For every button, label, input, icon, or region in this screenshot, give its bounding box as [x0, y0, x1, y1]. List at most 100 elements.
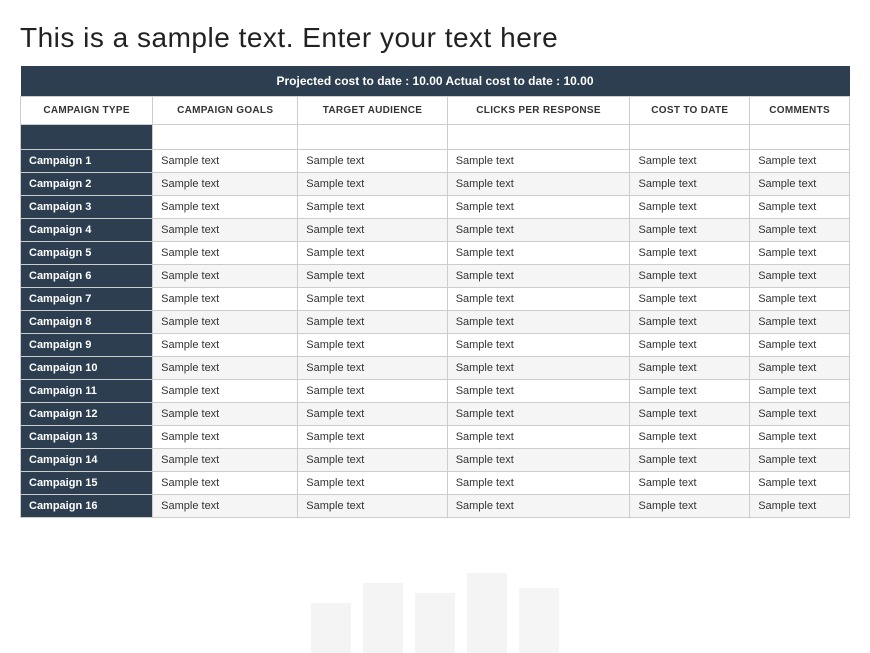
projected-cost-label: Projected cost to date : 10.00 Actual co… [21, 66, 850, 97]
table-body: Campaign 1Sample textSample textSample t… [21, 150, 850, 518]
table-row: Campaign 1Sample textSample textSample t… [21, 150, 850, 173]
campaign-name-cell: Campaign 11 [21, 380, 153, 403]
header-campaign-type: CAMPAIGN TYPE [21, 97, 153, 125]
campaign-goals-cell: Sample text [153, 219, 298, 242]
target-audience-cell: Sample text [298, 357, 447, 380]
comments-cell: Sample text [750, 173, 850, 196]
clicks-per-response-cell: Sample text [447, 472, 630, 495]
campaign-goals-cell: Sample text [153, 495, 298, 518]
cost-to-date-cell: Sample text [630, 334, 750, 357]
clicks-per-response-cell: Sample text [447, 173, 630, 196]
cost-to-date-cell: Sample text [630, 449, 750, 472]
clicks-per-response-cell: Sample text [447, 265, 630, 288]
campaign-name-cell: Campaign 6 [21, 265, 153, 288]
campaign-name-cell: Campaign 15 [21, 472, 153, 495]
cost-to-date-cell: Sample text [630, 357, 750, 380]
comments-cell: Sample text [750, 265, 850, 288]
campaign-name-cell: Campaign 16 [21, 495, 153, 518]
table-row: Campaign 7Sample textSample textSample t… [21, 288, 850, 311]
table-row: Campaign 15Sample textSample textSample … [21, 472, 850, 495]
cost-to-date-cell: Sample text [630, 265, 750, 288]
cost-to-date-cell: Sample text [630, 288, 750, 311]
header-cost-to-date: COST TO DATE [630, 97, 750, 125]
clicks-per-response-cell: Sample text [447, 403, 630, 426]
cost-to-date-cell: Sample text [630, 242, 750, 265]
empty-cell-6 [750, 125, 850, 150]
cost-to-date-cell: Sample text [630, 403, 750, 426]
campaign-goals-cell: Sample text [153, 426, 298, 449]
header-target-audience: TARGET AUDIENCE [298, 97, 447, 125]
comments-cell: Sample text [750, 426, 850, 449]
empty-cell-5 [630, 125, 750, 150]
watermark-bar-bottom [363, 583, 403, 653]
table-row: Campaign 13Sample textSample textSample … [21, 426, 850, 449]
comments-cell: Sample text [750, 219, 850, 242]
campaign-name-cell: Campaign 8 [21, 311, 153, 334]
campaign-name-cell: Campaign 2 [21, 173, 153, 196]
campaign-goals-cell: Sample text [153, 150, 298, 173]
table-row: Campaign 3Sample textSample textSample t… [21, 196, 850, 219]
table-header-row: CAMPAIGN TYPE CAMPAIGN GOALS TARGET AUDI… [21, 97, 850, 125]
clicks-per-response-cell: Sample text [447, 449, 630, 472]
table-row: Campaign 12Sample textSample textSample … [21, 403, 850, 426]
campaign-table: Projected cost to date : 10.00 Actual co… [20, 66, 850, 518]
target-audience-cell: Sample text [298, 380, 447, 403]
clicks-per-response-cell: Sample text [447, 495, 630, 518]
clicks-per-response-cell: Sample text [447, 219, 630, 242]
target-audience-cell: Sample text [298, 196, 447, 219]
bottom-watermark [0, 573, 870, 653]
cost-to-date-cell: Sample text [630, 196, 750, 219]
campaign-name-cell: Campaign 14 [21, 449, 153, 472]
comments-cell: Sample text [750, 495, 850, 518]
cost-to-date-cell: Sample text [630, 472, 750, 495]
campaign-name-cell: Campaign 3 [21, 196, 153, 219]
clicks-per-response-cell: Sample text [447, 150, 630, 173]
comments-cell: Sample text [750, 334, 850, 357]
comments-cell: Sample text [750, 403, 850, 426]
cost-to-date-cell: Sample text [630, 426, 750, 449]
empty-cell-3 [298, 125, 447, 150]
comments-cell: Sample text [750, 196, 850, 219]
cost-to-date-cell: Sample text [630, 173, 750, 196]
empty-cell-2 [153, 125, 298, 150]
campaign-name-cell: Campaign 7 [21, 288, 153, 311]
table-row: Campaign 2Sample textSample textSample t… [21, 173, 850, 196]
target-audience-cell: Sample text [298, 449, 447, 472]
clicks-per-response-cell: Sample text [447, 242, 630, 265]
campaign-goals-cell: Sample text [153, 242, 298, 265]
table-row: Campaign 8Sample textSample textSample t… [21, 311, 850, 334]
campaign-name-cell: Campaign 5 [21, 242, 153, 265]
empty-cell-1 [21, 125, 153, 150]
clicks-per-response-cell: Sample text [447, 196, 630, 219]
campaign-goals-cell: Sample text [153, 380, 298, 403]
campaign-goals-cell: Sample text [153, 196, 298, 219]
campaign-goals-cell: Sample text [153, 357, 298, 380]
target-audience-cell: Sample text [298, 150, 447, 173]
campaign-goals-cell: Sample text [153, 311, 298, 334]
header-clicks-per-response: CLICKS PER RESPONSE [447, 97, 630, 125]
target-audience-cell: Sample text [298, 426, 447, 449]
watermark-bar-bottom [519, 588, 559, 653]
clicks-per-response-cell: Sample text [447, 426, 630, 449]
campaign-goals-cell: Sample text [153, 334, 298, 357]
table-row: Campaign 10Sample textSample textSample … [21, 357, 850, 380]
table-wrapper: Projected cost to date : 10.00 Actual co… [20, 66, 850, 518]
target-audience-cell: Sample text [298, 495, 447, 518]
target-audience-cell: Sample text [298, 173, 447, 196]
table-row: Campaign 16Sample textSample textSample … [21, 495, 850, 518]
comments-cell: Sample text [750, 472, 850, 495]
cost-to-date-cell: Sample text [630, 495, 750, 518]
watermark-bar-bottom [415, 593, 455, 653]
campaign-goals-cell: Sample text [153, 472, 298, 495]
campaign-goals-cell: Sample text [153, 403, 298, 426]
watermark-bar-bottom [311, 603, 351, 653]
target-audience-cell: Sample text [298, 242, 447, 265]
target-audience-cell: Sample text [298, 311, 447, 334]
campaign-name-cell: Campaign 9 [21, 334, 153, 357]
comments-cell: Sample text [750, 288, 850, 311]
clicks-per-response-cell: Sample text [447, 357, 630, 380]
comments-cell: Sample text [750, 380, 850, 403]
campaign-goals-cell: Sample text [153, 265, 298, 288]
target-audience-cell: Sample text [298, 472, 447, 495]
target-audience-cell: Sample text [298, 288, 447, 311]
